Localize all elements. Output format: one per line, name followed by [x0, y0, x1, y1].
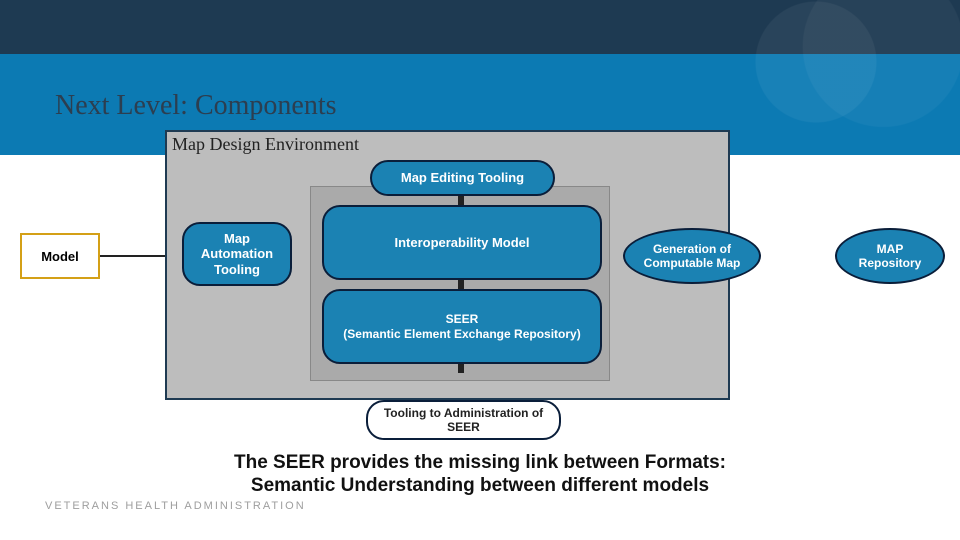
map-automation-tooling: Map Automation Tooling — [182, 222, 292, 286]
seer-box: SEER (Semantic Element Exchange Reposito… — [322, 289, 602, 364]
repo-label: MAP Repository — [859, 242, 922, 271]
caption-text: The SEER provides the missing link betwe… — [130, 452, 830, 498]
map-repository: MAP Repository — [835, 228, 945, 284]
model-box: Model — [20, 233, 100, 279]
seer-label: SEER (Semantic Element Exchange Reposito… — [343, 312, 580, 341]
model-label: Model — [41, 249, 79, 264]
generation-computable-map: Generation of Computable Map — [623, 228, 761, 284]
footer-text: VETERANS HEALTH ADMINISTRATION — [45, 500, 306, 512]
connector-interop-seer — [458, 279, 464, 289]
generation-label: Generation of Computable Map — [644, 242, 741, 271]
map-design-environment-title: Map Design Environment — [172, 134, 359, 155]
interoperability-model: Interoperability Model — [322, 205, 602, 280]
map-editing-label: Map Editing Tooling — [401, 170, 524, 186]
interop-label: Interoperability Model — [394, 235, 529, 251]
caption-label: The SEER provides the missing link betwe… — [234, 452, 726, 496]
map-editing-tooling: Map Editing Tooling — [370, 160, 555, 196]
slide: Next Level: Components Map Design Enviro… — [0, 0, 960, 540]
tooling-admin-seer: Tooling to Administration of SEER — [366, 400, 561, 440]
tooling-admin-label: Tooling to Administration of SEER — [384, 406, 543, 435]
page-title: Next Level: Components — [55, 90, 337, 122]
map-automation-label: Map Automation Tooling — [201, 231, 273, 278]
connector-model-env — [100, 255, 165, 257]
connector-seer-admin — [458, 363, 464, 373]
connector-editing-interop — [458, 195, 464, 205]
